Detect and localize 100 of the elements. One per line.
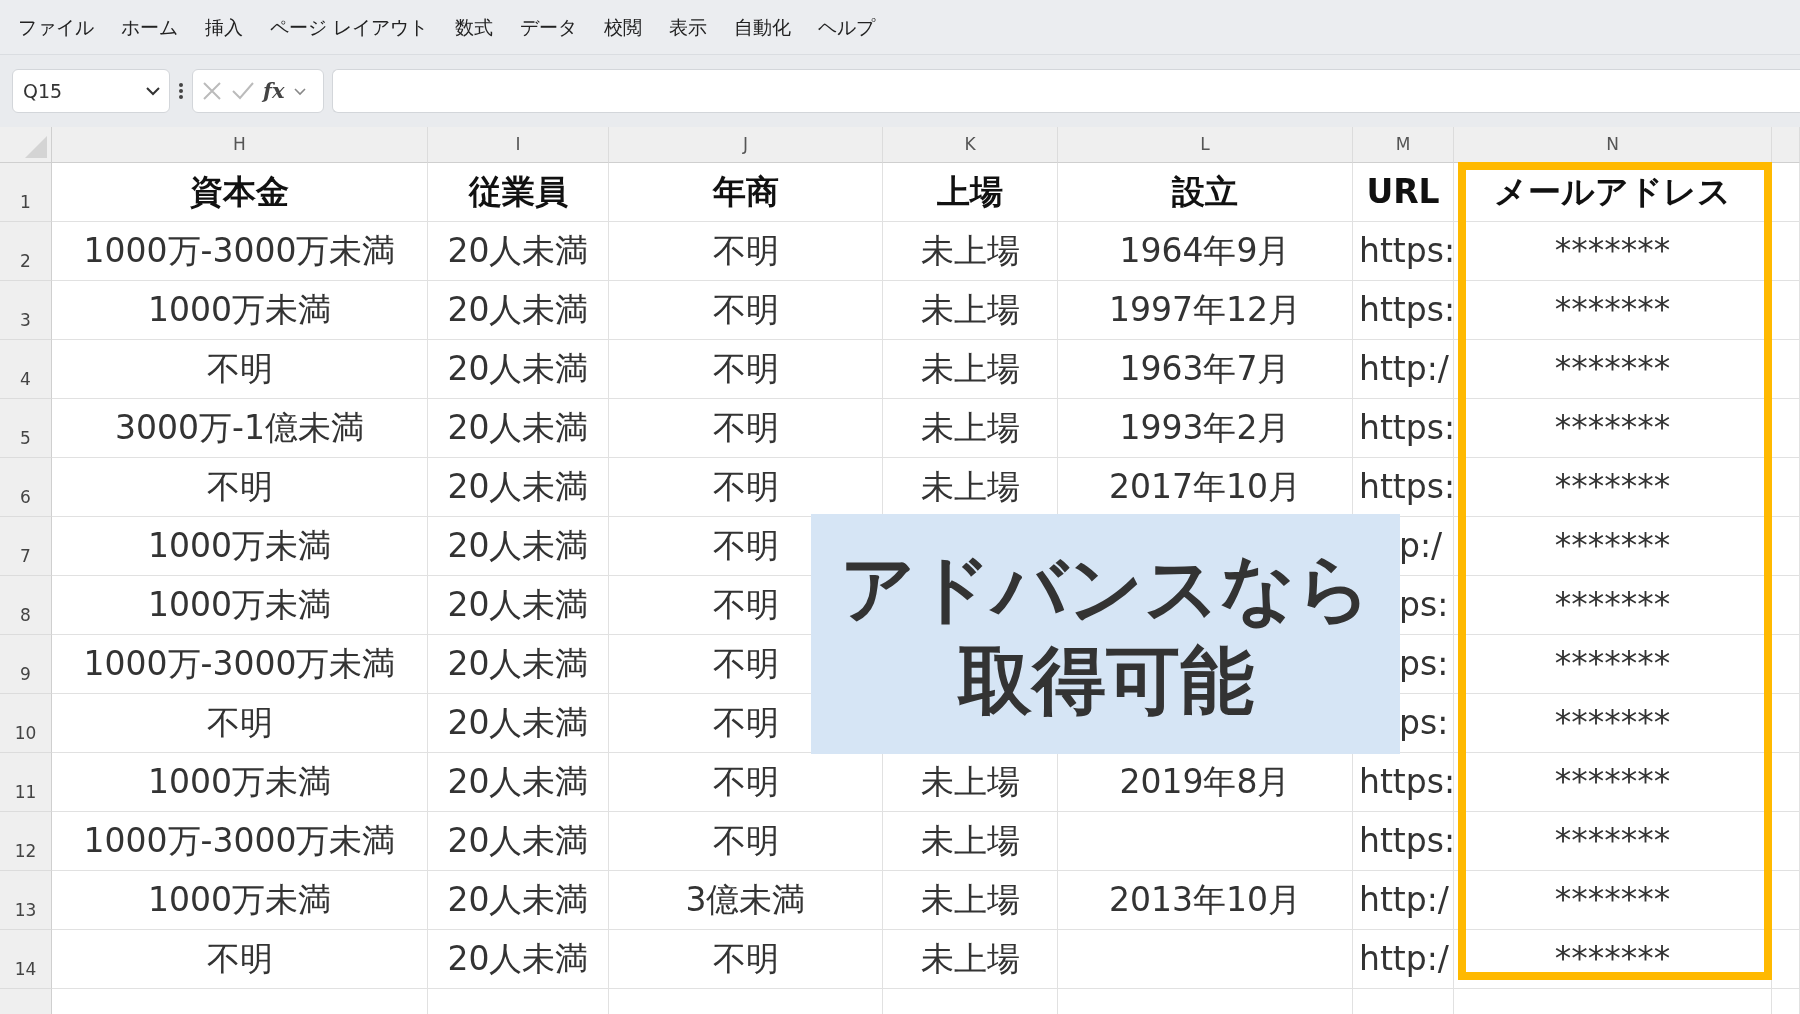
row-header[interactable]: 14	[0, 930, 52, 989]
empty-cell	[1772, 753, 1800, 812]
table-cell: 1964年9月	[1058, 222, 1353, 281]
row-header[interactable]: 12	[0, 812, 52, 871]
table-cell: http:/	[1353, 930, 1454, 989]
empty-cell	[1772, 576, 1800, 635]
caret-icon[interactable]	[292, 86, 307, 96]
table-cell: 20人未満	[428, 871, 609, 930]
empty-cell	[1772, 871, 1800, 930]
row-header[interactable]: 3	[0, 281, 52, 340]
table-cell: 1963年7月	[1058, 340, 1353, 399]
table-cell: 不明	[609, 812, 883, 871]
empty-cell	[1772, 635, 1800, 694]
table-cell: 20人未満	[428, 458, 609, 517]
table-cell: 不明	[609, 281, 883, 340]
column-header[interactable]: M	[1353, 127, 1454, 163]
cancel-icon[interactable]	[201, 80, 223, 102]
column-header[interactable]: L	[1058, 127, 1353, 163]
menu-tab[interactable]: ファイル	[14, 8, 108, 46]
row-header[interactable]: 8	[0, 576, 52, 635]
empty-cell	[1772, 458, 1800, 517]
menu-tab[interactable]: 挿入	[201, 8, 257, 46]
menu-tab[interactable]: 校閲	[600, 8, 657, 46]
name-box[interactable]: Q15	[12, 69, 170, 113]
table-cell: 不明	[52, 340, 428, 399]
menu-tab[interactable]: 表示	[665, 8, 722, 46]
empty-cell	[1772, 812, 1800, 871]
row-header[interactable]: 6	[0, 458, 52, 517]
table-cell: 20人未満	[428, 635, 609, 694]
table-cell: *******	[1454, 576, 1772, 635]
table-cell: http:/	[1353, 340, 1454, 399]
row-header[interactable]: 2	[0, 222, 52, 281]
column-title: 設立	[1058, 163, 1353, 222]
table-cell: *******	[1454, 517, 1772, 576]
menu-tab[interactable]: 数式	[451, 8, 508, 46]
table-cell: *******	[1454, 340, 1772, 399]
table-cell: 1000万未満	[52, 871, 428, 930]
table-cell: 20人未満	[428, 576, 609, 635]
table-cell: 不明	[52, 458, 428, 517]
menu-tab[interactable]: ヘルプ	[814, 8, 890, 46]
row-header[interactable]: 9	[0, 635, 52, 694]
table-cell: *******	[1454, 930, 1772, 989]
row-header[interactable]: 5	[0, 399, 52, 458]
table-cell: https:	[1353, 399, 1454, 458]
table-cell: 1000万-3000万未満	[52, 812, 428, 871]
table-cell: 未上場	[883, 340, 1058, 399]
table-cell: *******	[1454, 753, 1772, 812]
table-cell: 1993年2月	[1058, 399, 1353, 458]
caret-icon	[145, 86, 161, 96]
row-header[interactable]: 10	[0, 694, 52, 753]
column-header[interactable]: H	[52, 127, 428, 163]
row-header[interactable]: 13	[0, 871, 52, 930]
table-cell: 20人未満	[428, 753, 609, 812]
empty-cell	[1772, 222, 1800, 281]
row-header[interactable]: 7	[0, 517, 52, 576]
table-cell: 未上場	[883, 399, 1058, 458]
menu-tab[interactable]: データ	[516, 8, 592, 46]
table-cell: 未上場	[883, 812, 1058, 871]
table-cell: *******	[1454, 871, 1772, 930]
table-cell: 1000万-3000万未満	[52, 222, 428, 281]
table-cell: 不明	[609, 399, 883, 458]
table-cell: 20人未満	[428, 399, 609, 458]
empty-cell	[1772, 340, 1800, 399]
column-header[interactable]: N	[1454, 127, 1772, 163]
table-cell: 1000万未満	[52, 753, 428, 812]
insert-function-button[interactable]: fx	[263, 75, 285, 107]
table-cell: 不明	[52, 694, 428, 753]
table-cell: 不明	[609, 930, 883, 989]
check-icon[interactable]	[231, 81, 255, 101]
table-cell: 20人未満	[428, 812, 609, 871]
column-header[interactable]: I	[428, 127, 609, 163]
formula-field[interactable]	[332, 69, 1800, 113]
menu-tab[interactable]: 自動化	[730, 8, 806, 46]
column-header[interactable]	[1772, 127, 1800, 163]
triangle-icon	[25, 136, 47, 158]
column-header[interactable]: J	[609, 127, 883, 163]
menu-tab[interactable]: ホーム	[117, 8, 192, 46]
empty-cell	[1772, 399, 1800, 458]
callout-text: 取得可能	[957, 636, 1254, 725]
table-cell: 20人未満	[428, 930, 609, 989]
row-header[interactable]: 1	[0, 163, 52, 222]
table-cell: *******	[1454, 812, 1772, 871]
table-cell: https:	[1353, 222, 1454, 281]
table-cell: *******	[1454, 281, 1772, 340]
table-cell: http:/	[1353, 871, 1454, 930]
table-cell: *******	[1454, 222, 1772, 281]
table-cell: 2013年10月	[1058, 871, 1353, 930]
select-all-button[interactable]	[0, 127, 52, 163]
table-cell: 20人未満	[428, 517, 609, 576]
row-header[interactable]: 11	[0, 753, 52, 812]
row-header[interactable]: 4	[0, 340, 52, 399]
empty-cell	[1772, 517, 1800, 576]
table-cell: https:	[1353, 281, 1454, 340]
more-icon[interactable]	[178, 82, 184, 100]
table-cell: *******	[1454, 635, 1772, 694]
column-title: 上場	[883, 163, 1058, 222]
column-header[interactable]: K	[883, 127, 1058, 163]
table-cell: 不明	[609, 340, 883, 399]
table-cell: *******	[1454, 458, 1772, 517]
menu-tab[interactable]: ページ レイアウト	[266, 8, 443, 46]
